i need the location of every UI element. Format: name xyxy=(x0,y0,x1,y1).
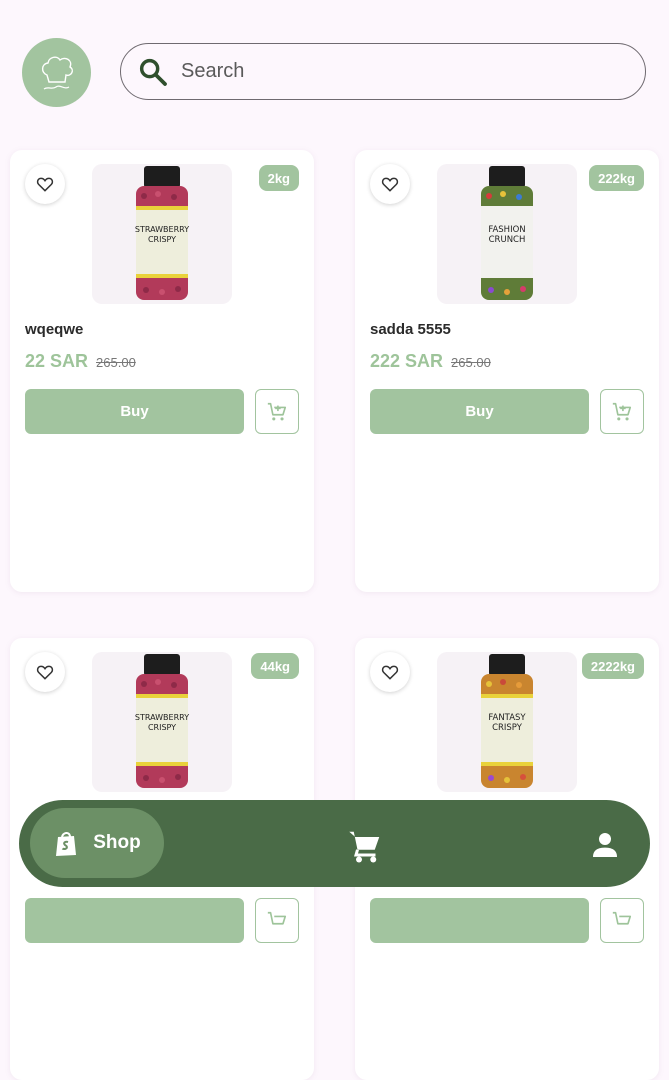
svg-text:CRISPY: CRISPY xyxy=(148,723,176,732)
candy-jar-image: FANTASY CRISPY xyxy=(481,654,533,788)
product-price: 222 SAR xyxy=(370,351,444,371)
bottom-nav: Shop xyxy=(19,800,650,887)
shopping-bag-icon xyxy=(56,832,77,856)
add-to-cart-button[interactable] xyxy=(600,389,644,434)
add-cart-icon xyxy=(267,911,287,925)
price-row: 22 SAR 265.00 xyxy=(25,351,136,372)
product-image[interactable]: FASHION CRUNCH xyxy=(437,164,577,304)
product-card[interactable]: STRAWBERRY CRISPY 2kg wqeqwe 22 SAR 265.… xyxy=(10,150,314,592)
chef-hat-logo-icon xyxy=(41,55,73,90)
price-row: 222 SAR 265.00 xyxy=(370,351,491,372)
svg-text:FASHION: FASHION xyxy=(488,225,525,235)
add-cart-icon xyxy=(612,402,632,420)
nav-shop-label: Shop xyxy=(93,832,141,853)
person-icon[interactable] xyxy=(589,829,621,861)
svg-text:STRAWBERRY: STRAWBERRY xyxy=(135,713,189,722)
favorite-button[interactable] xyxy=(25,164,65,204)
favorite-button[interactable] xyxy=(370,652,410,692)
heart-icon xyxy=(36,665,54,680)
original-price: 265.00 xyxy=(96,355,136,370)
buy-button[interactable]: Buy xyxy=(25,389,244,434)
product-card[interactable]: FASHION CRUNCH 222kg sadda 5555 222 SAR … xyxy=(355,150,659,592)
buy-button[interactable] xyxy=(370,898,589,943)
favorite-button[interactable] xyxy=(370,164,410,204)
product-name[interactable]: sadda 5555 xyxy=(370,321,451,338)
add-cart-icon xyxy=(612,911,632,925)
buy-button[interactable] xyxy=(25,898,244,943)
buy-button[interactable]: Buy xyxy=(370,389,589,434)
svg-text:CRUNCH: CRUNCH xyxy=(489,235,526,245)
add-cart-icon xyxy=(267,402,287,420)
svg-text:STRAWBERRY: STRAWBERRY xyxy=(135,225,189,234)
product-name[interactable]: wqeqwe xyxy=(25,321,83,338)
product-image[interactable]: STRAWBERRY CRISPY xyxy=(92,652,232,792)
favorite-button[interactable] xyxy=(25,652,65,692)
add-to-cart-button[interactable] xyxy=(255,389,299,434)
svg-text:CRISPY: CRISPY xyxy=(148,235,176,244)
svg-text:CRISPY: CRISPY xyxy=(492,723,523,733)
brand-logo xyxy=(22,38,91,107)
product-price: 22 SAR xyxy=(25,351,89,371)
nav-shop-tab[interactable]: Shop xyxy=(30,808,164,878)
add-to-cart-button[interactable] xyxy=(255,898,299,943)
product-image[interactable]: FANTASY CRISPY xyxy=(437,652,577,792)
weight-badge: 2222kg xyxy=(581,653,644,679)
heart-icon xyxy=(381,665,399,680)
add-to-cart-button[interactable] xyxy=(600,898,644,943)
heart-icon xyxy=(381,177,399,192)
candy-jar-image: STRAWBERRY CRISPY xyxy=(135,654,189,788)
original-price: 265.00 xyxy=(451,355,491,370)
search-bar[interactable] xyxy=(120,43,646,100)
svg-text:FANTASY: FANTASY xyxy=(488,713,526,723)
weight-badge: 44kg xyxy=(251,653,299,679)
search-icon[interactable] xyxy=(137,56,169,88)
heart-icon xyxy=(36,177,54,192)
candy-jar-image: STRAWBERRY CRISPY xyxy=(135,166,189,300)
weight-badge: 222kg xyxy=(589,165,644,191)
candy-jar-image: FASHION CRUNCH xyxy=(481,166,533,300)
search-input[interactable] xyxy=(179,59,623,84)
cart-icon[interactable] xyxy=(347,828,383,864)
weight-badge: 2kg xyxy=(258,165,299,191)
product-image[interactable]: STRAWBERRY CRISPY xyxy=(92,164,232,304)
